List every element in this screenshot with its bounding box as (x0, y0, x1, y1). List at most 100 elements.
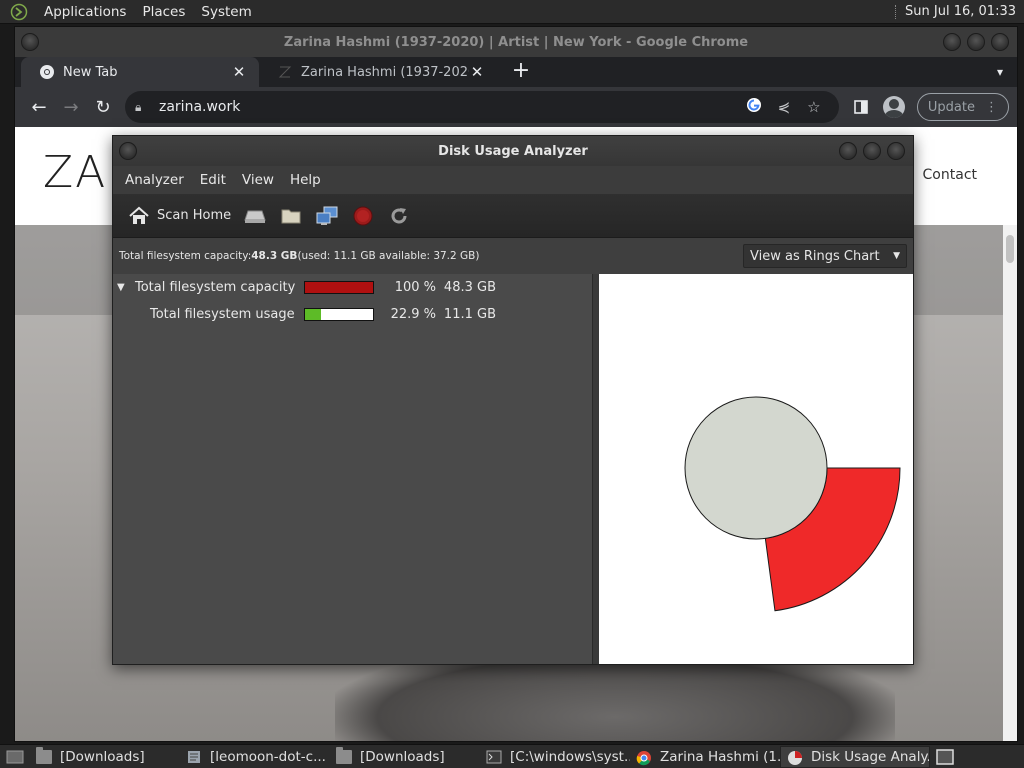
maximize-button[interactable] (967, 33, 985, 51)
maximize-button[interactable] (863, 142, 881, 160)
back-icon[interactable]: ← (23, 91, 55, 123)
menu-analyzer[interactable]: Analyzer (117, 172, 192, 188)
analyzer-titlebar[interactable]: Disk Usage Analyzer (113, 136, 913, 166)
scan-remote-button[interactable] (309, 200, 345, 232)
terminal-icon (486, 750, 502, 764)
taskbar-item[interactable]: [leomoon-dot-c... (180, 746, 330, 768)
tab-label: New Tab (63, 64, 118, 80)
folder-icon (36, 746, 52, 764)
expander-icon[interactable]: ▼ (117, 282, 129, 293)
close-button[interactable] (991, 33, 1009, 51)
forward-icon[interactable]: → (55, 91, 87, 123)
menu-view[interactable]: View (234, 172, 282, 188)
chrome-icon (40, 65, 54, 79)
menu-edit[interactable]: Edit (192, 172, 234, 188)
share-icon[interactable]: ⋞ (769, 98, 799, 116)
disk-usage-icon (787, 750, 803, 765)
network-computers-icon (315, 204, 339, 228)
capacity-value: 48.3 GB (251, 250, 298, 262)
kebab-menu-icon[interactable]: ⋮ (985, 100, 998, 115)
analyzer-content: ▼ Total filesystem capacity 100 % 48.3 G… (113, 274, 913, 664)
taskbar-item[interactable]: [Downloads] (330, 746, 480, 768)
panel-clock[interactable]: Sun Jul 16, 01:33 (905, 4, 1024, 19)
minimize-button[interactable] (943, 33, 961, 51)
bottom-taskbar: [Downloads] [leomoon-dot-c... [Downloads… (0, 744, 1024, 768)
close-tab-icon[interactable]: ✕ (469, 64, 485, 80)
bookmark-star-icon[interactable]: ☆ (799, 98, 829, 116)
menu-help[interactable]: Help (282, 172, 329, 188)
usage-bar-fill (305, 309, 321, 320)
taskbar-item[interactable]: Zarina Hashmi (1... (630, 746, 780, 768)
window-menu-button[interactable] (21, 33, 39, 51)
side-panel-icon[interactable] (845, 91, 877, 123)
taskbar-item[interactable]: [Downloads] (30, 746, 180, 768)
scan-home-label: Scan Home (157, 208, 232, 223)
tree-row-percent: 22.9 % (390, 307, 436, 322)
site-favicon-icon (278, 66, 292, 78)
analyzer-toolbar: Scan Home (113, 194, 913, 238)
folder-icon (279, 204, 303, 228)
url-text[interactable]: zarina.work (159, 99, 739, 115)
capacity-prefix: Total filesystem capacity: (119, 250, 252, 262)
nav-contact-link[interactable]: Contact (923, 167, 977, 183)
taskbar-item-active[interactable]: Disk Usage Analy... (780, 745, 930, 768)
scan-folder-button[interactable] (273, 200, 309, 232)
stop-button[interactable] (345, 200, 381, 232)
reload-icon[interactable]: ↻ (87, 91, 119, 123)
analyzer-menubar: Analyzer Edit View Help (113, 166, 913, 194)
tree-row[interactable]: Total filesystem usage 22.9 % 11.1 GB (113, 301, 592, 328)
disk-usage-analyzer-window: Disk Usage Analyzer Analyzer Edit View H… (112, 135, 914, 665)
usage-bar (304, 281, 374, 294)
new-tab-button[interactable]: + (507, 57, 535, 87)
scan-home-button[interactable]: Scan Home (121, 200, 237, 232)
chrome-titlebar[interactable]: Zarina Hashmi (1937-2020) | Artist | New… (15, 27, 1017, 57)
taskbar-item-label: [C:\windows\syst... (510, 748, 630, 765)
analyzer-window-title: Disk Usage Analyzer (438, 143, 588, 159)
taskbar-item[interactable]: [C:\windows\syst... (480, 746, 630, 768)
chrome-icon (636, 750, 652, 765)
taskbar-item-label: [Downloads] (360, 748, 445, 765)
google-icon[interactable] (739, 97, 769, 117)
window-menu-button[interactable] (119, 142, 137, 160)
tree-row-name: Total filesystem capacity (135, 280, 296, 295)
close-tab-icon[interactable]: ✕ (231, 64, 247, 80)
update-button[interactable]: Update ⋮ (916, 93, 1009, 121)
minimize-button[interactable] (839, 142, 857, 160)
panel-separator (895, 4, 897, 19)
distro-logo-icon[interactable] (8, 3, 30, 21)
ring-center-circle[interactable] (684, 396, 828, 540)
rings-chart[interactable] (599, 274, 913, 664)
text-editor-icon (186, 750, 202, 764)
tree-row[interactable]: ▼ Total filesystem capacity 100 % 48.3 G… (113, 274, 592, 301)
system-menu[interactable]: System (193, 0, 259, 24)
chrome-window-title: Zarina Hashmi (1937-2020) | Artist | New… (283, 34, 749, 50)
tab-new-tab[interactable]: New Tab ✕ (21, 57, 259, 87)
stop-icon (351, 204, 375, 228)
workspace-switcher[interactable] (930, 746, 960, 768)
tree-row-size: 11.1 GB (443, 307, 496, 322)
site-logo[interactable]: ZA (43, 147, 107, 198)
top-panel: Applications Places System Sun Jul 16, 0… (0, 0, 1024, 24)
close-button[interactable] (887, 142, 905, 160)
scan-filesystem-button[interactable] (237, 200, 273, 232)
address-bar[interactable]: 🔒︎ zarina.work ⋞ ☆ (125, 91, 839, 123)
chart-type-select[interactable]: View as Rings Chart ▼ (743, 244, 907, 268)
places-menu[interactable]: Places (134, 0, 193, 24)
taskbar-item-label: [leomoon-dot-c... (210, 748, 326, 765)
applications-menu[interactable]: Applications (36, 0, 134, 24)
usage-bar-fill (305, 282, 373, 293)
dropdown-arrow-icon: ▼ (893, 251, 900, 261)
tree-row-name: Total filesystem usage (150, 307, 295, 322)
tab-zarina[interactable]: Zarina Hashmi (1937-2020) | A ✕ (259, 57, 497, 87)
page-scrollbar[interactable] (1003, 225, 1017, 741)
profile-avatar-icon[interactable] (882, 96, 905, 118)
show-desktop-icon[interactable] (0, 746, 30, 768)
refresh-icon (387, 204, 411, 228)
lock-icon[interactable]: 🔒︎ (135, 100, 149, 115)
taskbar-item-label: Disk Usage Analy... (811, 748, 930, 765)
filesystem-info-bar: Total filesystem capacity: 48.3 GB (used… (113, 238, 913, 274)
tree-row-size: 48.3 GB (443, 280, 496, 295)
tab-search-chevron-icon[interactable]: ▾ (997, 65, 1003, 79)
refresh-button[interactable] (381, 200, 417, 232)
home-icon (127, 204, 151, 228)
